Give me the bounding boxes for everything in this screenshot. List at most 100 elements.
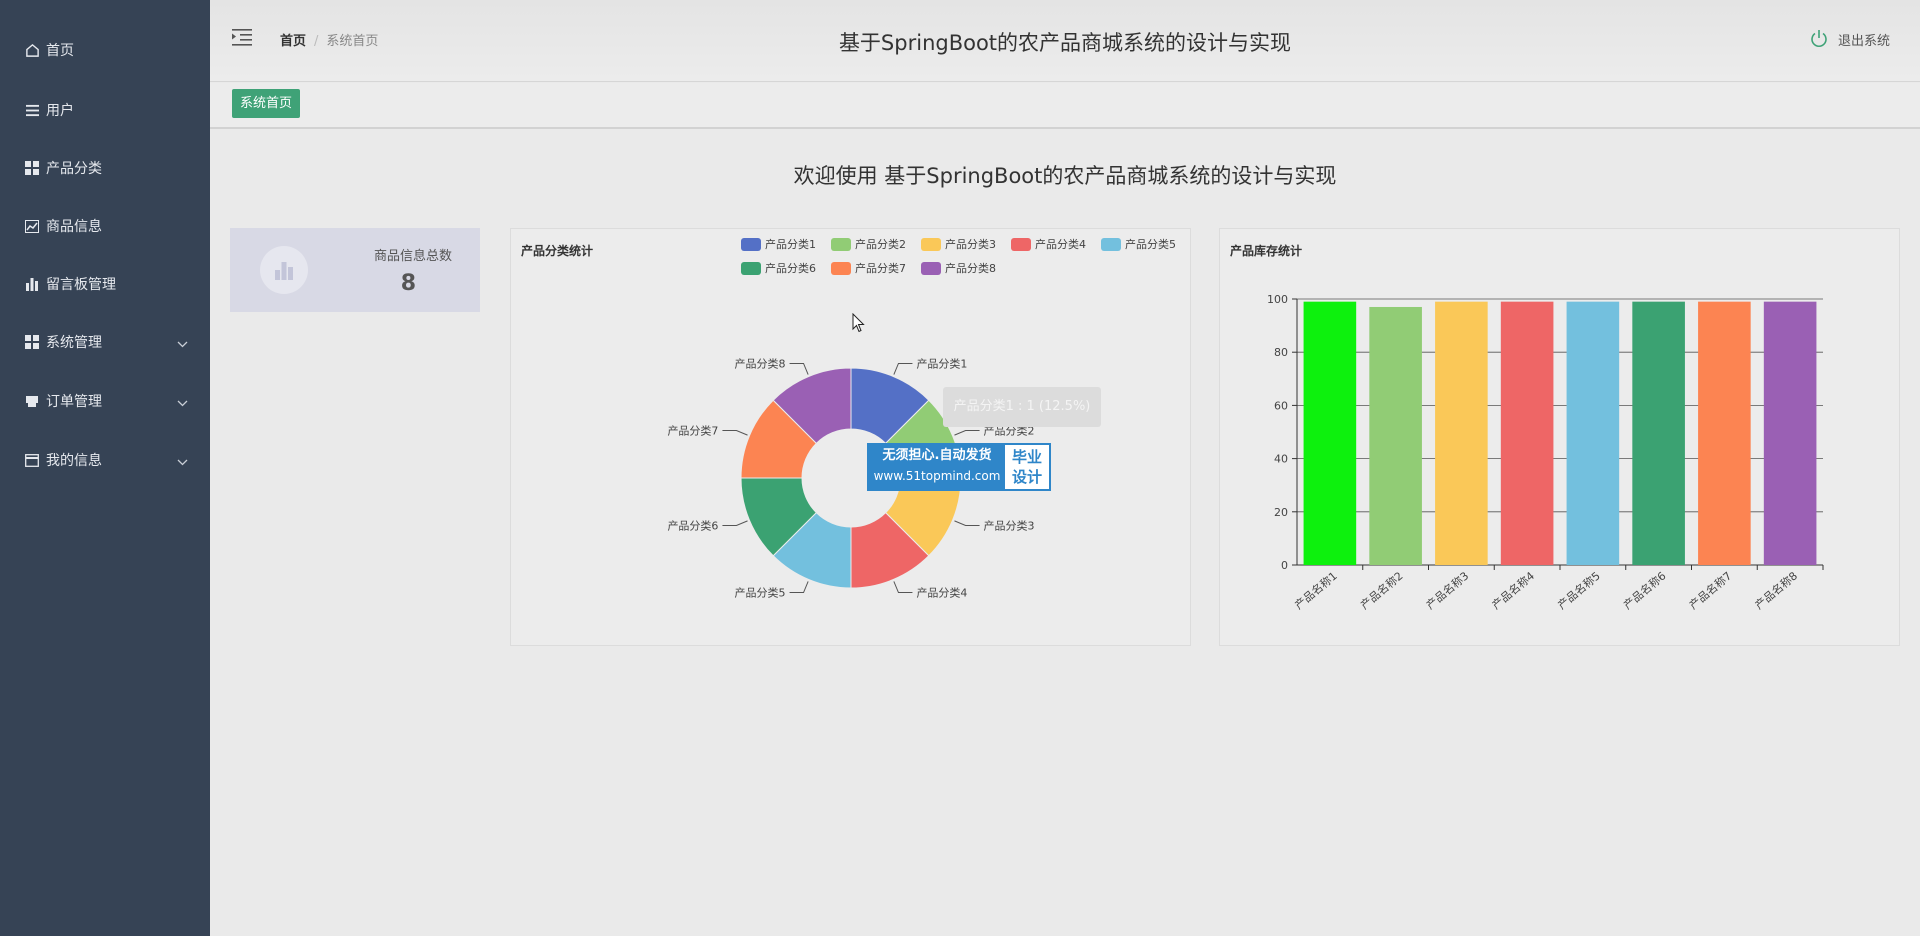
watermark-right1: 毕业 xyxy=(1011,448,1042,466)
x-tick-label: 产品名称2 xyxy=(1357,569,1405,613)
pie-label-line xyxy=(893,581,913,594)
sidebar-item-my-info[interactable]: 我的信息 xyxy=(0,440,210,480)
sidebar-item-home[interactable]: 首页 xyxy=(0,30,210,70)
power-icon xyxy=(1811,30,1827,47)
sidebar: 首页 用户 产品分类 商品信息 留言板管理 系统管理 订单管理 我的信息 xyxy=(0,0,210,936)
pie-chart: 产品分类1 产品分类2 产品分类3 产品分类4 产品分类5 产品分类6 产品分类7 产品分类8… xyxy=(667,237,1176,600)
sidebar-item-label: 订单管理 xyxy=(46,394,102,410)
pie-label: 产品分类3 xyxy=(984,518,1035,532)
sidebar-item-product-category[interactable]: 产品分类 xyxy=(0,148,210,188)
y-tick-label: 40 xyxy=(1274,453,1288,466)
sidebar-item-label: 我的信息 xyxy=(46,453,102,469)
legend-label: 产品分类5 xyxy=(1125,237,1176,251)
category-pie-panel: 产品分类统计 产品分类1 产品分类2 产品分类3 产品分类4 产品分类5 产品分类6 产品分… xyxy=(510,228,1191,646)
legend-swatch xyxy=(741,262,761,275)
legend-swatch xyxy=(831,262,851,275)
card-icon xyxy=(24,452,40,468)
y-tick-label: 80 xyxy=(1274,346,1288,359)
watermark-line2: www.51topmind.com xyxy=(873,469,1001,483)
legend-label: 产品分类7 xyxy=(855,261,906,275)
bar xyxy=(1303,301,1357,565)
goods-count-card: 商品信息总数 8 xyxy=(230,228,480,312)
logout-label: 退出系统 xyxy=(1837,33,1890,49)
top-header: 首页 / 系统首页 基于SpringBoot的农产品商城系统的设计与实现 退出系统 xyxy=(210,0,1920,82)
y-tick-label: 60 xyxy=(1274,399,1288,412)
sidebar-item-message-board[interactable]: 留言板管理 xyxy=(0,264,210,304)
sidebar-item-label: 用户 xyxy=(46,103,74,119)
pie-label-line xyxy=(789,362,809,375)
y-tick-label: 20 xyxy=(1274,506,1288,519)
chevron-down-icon xyxy=(177,336,188,352)
sidebar-item-users[interactable]: 用户 xyxy=(0,90,210,130)
legend-label: 产品分类6 xyxy=(765,261,816,275)
pie-label: 产品分类4 xyxy=(916,586,967,600)
legend-swatch xyxy=(741,238,761,251)
bar xyxy=(1435,301,1488,565)
stock-bar-panel: 产品库存统计 0 20 40 60 80 100 产品名称1 产品名称2 产品名称3 产品名称4 产… xyxy=(1219,228,1900,646)
list-icon xyxy=(24,102,40,118)
x-tick-label: 产品名称1 xyxy=(1292,569,1340,613)
bar xyxy=(1369,306,1422,565)
printer-icon xyxy=(24,393,40,409)
legend-swatch xyxy=(921,262,941,275)
grid-icon xyxy=(24,334,40,350)
legend-swatch xyxy=(1011,238,1031,251)
sidebar-item-order-management[interactable]: 订单管理 xyxy=(0,381,210,421)
legend-swatch xyxy=(831,238,851,251)
pie-label: 产品分类1 xyxy=(916,356,967,370)
chart-line-icon xyxy=(24,218,40,234)
x-tick-label: 产品名称4 xyxy=(1489,569,1537,613)
sidebar-item-label: 系统管理 xyxy=(46,335,102,351)
chevron-down-icon xyxy=(177,395,188,411)
x-tick-label: 产品名称7 xyxy=(1686,569,1734,613)
welcome-heading: 欢迎使用 基于SpringBoot的农产品商城系统的设计与实现 xyxy=(793,164,1337,188)
mouse-cursor-icon xyxy=(852,312,866,337)
x-tick-label: 产品名称8 xyxy=(1752,569,1800,613)
bar xyxy=(1632,301,1685,565)
tab-system-home[interactable]: 系统首页 xyxy=(232,89,301,118)
watermark-line1: 无须担心.自动发货 xyxy=(882,448,992,463)
legend-label: 产品分类1 xyxy=(765,237,816,251)
bar xyxy=(1566,301,1620,565)
x-tick-label: 产品名称5 xyxy=(1555,569,1603,613)
sidebar-item-label: 商品信息 xyxy=(46,219,102,235)
grid-icon xyxy=(24,160,40,176)
tab-bar: 系统首页 xyxy=(210,83,1920,129)
pie-label-line xyxy=(954,520,980,526)
sidebar-item-goods-info[interactable]: 商品信息 xyxy=(0,206,210,246)
bar-chart: 0 20 40 60 80 100 产品名称1 产品名称2 产品名称3 产品名称4 产品名称5 产品名… xyxy=(1267,293,1824,613)
y-tick-label: 0 xyxy=(1281,559,1288,572)
x-tick-label: 产品名称6 xyxy=(1620,569,1668,613)
y-tick-label: 100 xyxy=(1267,293,1288,306)
sidebar-item-label: 首页 xyxy=(46,43,74,59)
bar-chart-icon xyxy=(24,276,40,292)
pie-label-line xyxy=(893,362,913,375)
logout-button[interactable]: 退出系统 xyxy=(1809,29,1890,49)
home-icon xyxy=(24,42,40,58)
stat-label: 商品信息总数 xyxy=(373,249,452,264)
pie-label: 产品分类8 xyxy=(735,356,786,370)
watermark-right2: 设计 xyxy=(1011,468,1042,486)
x-tick-label: 产品名称3 xyxy=(1423,569,1471,613)
sidebar-item-label: 留言板管理 xyxy=(46,277,116,293)
pie-label: 产品分类7 xyxy=(667,424,718,438)
legend-swatch xyxy=(921,238,941,251)
watermark-badge: 无须担心.自动发货 www.51topmind.com 毕业 设计 xyxy=(867,443,1051,491)
pie-label-line xyxy=(722,520,748,526)
bar xyxy=(1698,301,1751,565)
bar xyxy=(1763,301,1817,565)
stat-value: 8 xyxy=(400,271,416,296)
legend-label: 产品分类8 xyxy=(945,261,996,275)
pie-label-line xyxy=(789,581,809,594)
bar-chart-icon xyxy=(260,246,308,294)
sidebar-item-label: 产品分类 xyxy=(46,161,102,177)
chevron-down-icon xyxy=(177,454,188,470)
pie-label-line xyxy=(722,430,748,436)
legend-label: 产品分类4 xyxy=(1035,237,1086,251)
sidebar-item-system-management[interactable]: 系统管理 xyxy=(0,322,210,362)
pie-label-line xyxy=(954,430,980,436)
system-title: 基于SpringBoot的农产品商城系统的设计与实现 xyxy=(838,31,1292,55)
pie-label: 产品分类6 xyxy=(667,518,718,532)
legend-label: 产品分类2 xyxy=(855,237,906,251)
pie-label: 产品分类5 xyxy=(735,586,786,600)
